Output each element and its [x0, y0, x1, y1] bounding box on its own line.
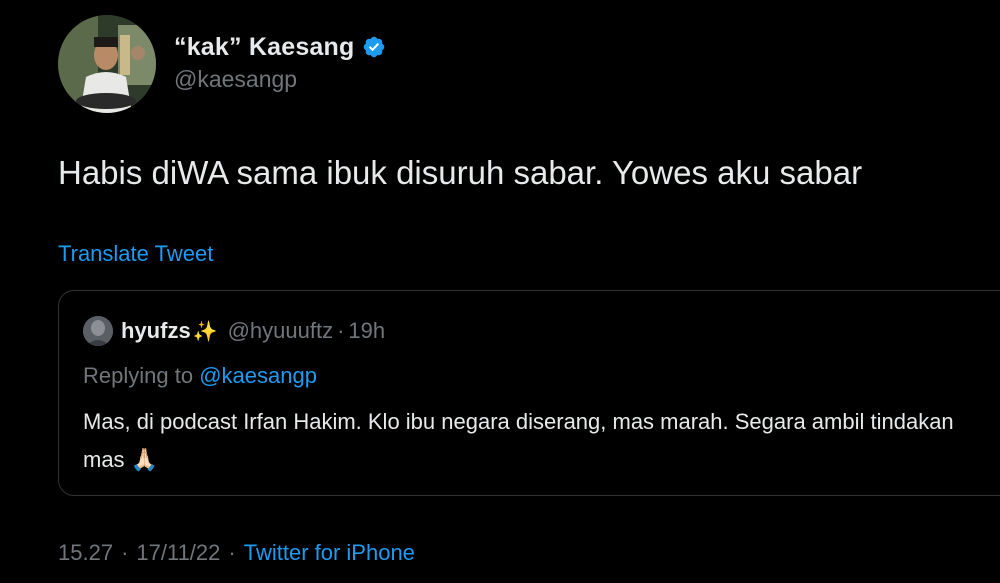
- quoted-handle: @hyuuuftz: [227, 318, 334, 343]
- quoted-author-avatar[interactable]: [83, 316, 113, 346]
- author-name-row[interactable]: “kak” Kaesang: [174, 30, 386, 64]
- replying-to: Replying to @kaesangp: [83, 363, 317, 389]
- author-display-name[interactable]: “kak” Kaesang: [174, 33, 354, 62]
- tweet-meta: 15.27 · 17/11/22 · Twitter for iPhone: [58, 540, 415, 566]
- praying-hands-icon: 🙏🏻: [130, 447, 159, 472]
- quoted-tweet-text: Mas, di podcast Irfan Hakim. Klo ibu neg…: [83, 403, 983, 479]
- meta-separator: ·: [228, 540, 236, 565]
- author-avatar-image: [58, 15, 156, 113]
- replying-mention-link[interactable]: @kaesangp: [199, 363, 317, 388]
- tweet-source-link[interactable]: Twitter for iPhone: [244, 540, 415, 566]
- tweet-text: Habis diWA sama ibuk disuruh sabar. Yowe…: [58, 154, 863, 191]
- quoted-tweet-card[interactable]: hyufzs ✨ @hyuuuftz · 19h Replying to @ka…: [58, 290, 1000, 496]
- sparkles-icon: ✨: [192, 320, 218, 343]
- verified-badge-icon: [362, 35, 386, 59]
- author-avatar[interactable]: [58, 15, 156, 113]
- quoted-display-name[interactable]: hyufzs: [121, 318, 191, 344]
- quoted-author-avatar-image: [83, 316, 113, 346]
- tweet-detail: “kak” Kaesang @kaesangp Habis diWA sama …: [0, 0, 1000, 583]
- author-handle[interactable]: @kaesangp: [174, 66, 297, 93]
- replying-prefix: Replying to: [83, 363, 194, 388]
- quoted-separator: ·: [337, 318, 345, 343]
- translate-tweet-link[interactable]: Translate Tweet: [58, 241, 213, 267]
- quoted-tweet-header: hyufzs ✨ @hyuuuftz · 19h: [83, 315, 385, 347]
- quoted-text-body: Mas, di podcast Irfan Hakim. Klo ibu neg…: [83, 409, 954, 472]
- tweet-time[interactable]: 15.27: [58, 540, 113, 566]
- meta-separator: ·: [121, 540, 129, 565]
- quoted-time[interactable]: 19h: [348, 318, 385, 344]
- tweet-date[interactable]: 17/11/22: [136, 540, 220, 566]
